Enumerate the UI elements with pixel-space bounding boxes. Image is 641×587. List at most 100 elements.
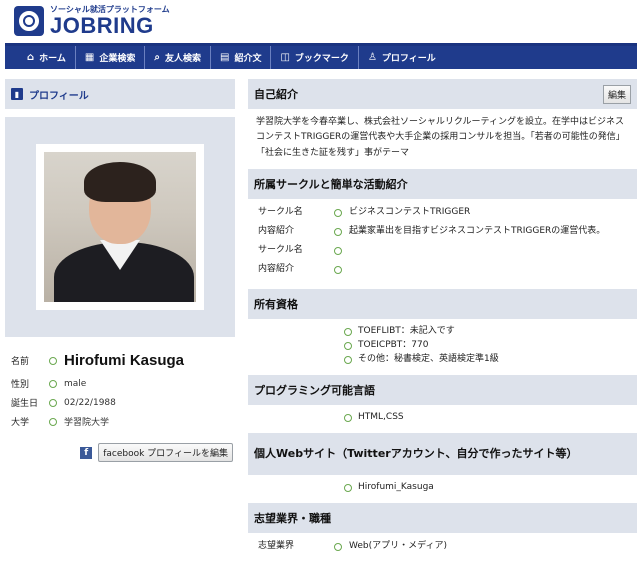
industry-row: 志望業界 Web(アプリ・メディア) xyxy=(256,539,629,558)
circle-row: サークル名 ビジネスコンテストTRIGGER xyxy=(256,205,629,224)
programming-body: HTML,CSS xyxy=(248,405,637,433)
profile-university: 学習院大学 xyxy=(64,418,110,428)
language-item: HTML,CSS xyxy=(256,411,629,425)
edit-button[interactable]: 編集 xyxy=(602,84,631,104)
profile-panel-header: ▮ プロフィール xyxy=(5,79,235,109)
info-label: 大学 xyxy=(11,418,30,428)
circle-row: 内容紹介 xyxy=(256,262,629,281)
profile-gender: male xyxy=(64,378,87,389)
circle-value: 起業家輩出を目指すビジネスコンテストTRIGGERの運営代表。 xyxy=(349,225,606,236)
bullet-icon xyxy=(344,483,352,492)
profile-panel-title: プロフィール xyxy=(29,90,89,102)
circle-label: サークル名 xyxy=(258,244,303,255)
website-body: Hirofumi_Kasuga xyxy=(248,475,637,503)
search-icon: ⌕ xyxy=(154,52,160,63)
profile-birthday: 02/22/1988 xyxy=(64,397,116,408)
nav-friend-search[interactable]: ⌕ 友人検索 xyxy=(144,46,210,69)
language-text: HTML,CSS xyxy=(358,412,404,423)
website-title: 個人Webサイト（Twitterアカウント、自分で作ったサイト等） xyxy=(254,447,578,461)
logo-name: JOBRING xyxy=(50,12,154,38)
website-text: Hirofumi_Kasuga xyxy=(358,482,434,493)
bullet-icon xyxy=(334,542,342,551)
bullet-icon xyxy=(49,398,57,407)
qualification-item: その他：秘書検定、英語検定準1級 xyxy=(256,353,629,367)
qualification-text: その他：秘書検定、英語検定準1級 xyxy=(358,354,499,365)
info-row-gender: 性別 male xyxy=(5,374,235,393)
bullet-icon xyxy=(344,341,352,350)
circle-label: 内容紹介 xyxy=(258,225,295,236)
circle-label: 内容紹介 xyxy=(258,263,295,274)
website-item: Hirofumi_Kasuga xyxy=(256,481,629,495)
profile-info: 名前 Hirofumi Kasuga 性別 male 誕生日 02/22/198… xyxy=(5,347,235,431)
profile-book-icon: ▮ xyxy=(11,88,23,100)
circles-title: 所属サークルと簡単な活動紹介 xyxy=(254,177,408,191)
document-icon: ▤ xyxy=(220,52,230,63)
industry-label: 志望業界 xyxy=(258,540,295,551)
circle-row: サークル名 xyxy=(256,243,629,262)
nav-bookmark[interactable]: ◫ ブックマーク xyxy=(270,46,357,69)
building-icon: ▦ xyxy=(84,52,95,63)
qualification-text: TOEFLIBT：未記入です xyxy=(358,326,455,337)
bullet-icon xyxy=(49,417,57,426)
bullet-icon xyxy=(334,265,342,274)
info-label: 誕生日 xyxy=(11,399,39,409)
profile-photo-image xyxy=(44,152,196,302)
logo-mark-icon xyxy=(14,6,44,36)
info-row-university: 大学 学習院大学 xyxy=(5,412,235,431)
nav-label: プロフィール xyxy=(381,54,436,64)
bookmark-icon: ◫ xyxy=(280,52,290,63)
bullet-icon xyxy=(49,379,57,388)
qualifications-header: 所有資格 xyxy=(248,288,637,319)
website-header: 個人Webサイト（Twitterアカウント、自分で作ったサイト等） xyxy=(248,432,637,475)
nav-introduction[interactable]: ▤ 紹介文 xyxy=(210,46,270,69)
nav-home[interactable]: ⌂ ホーム xyxy=(5,46,75,69)
nav-label: 企業検索 xyxy=(99,54,136,64)
industry-title: 志望業界・職種 xyxy=(254,511,331,525)
nav-profile[interactable]: ♙ プロフィール xyxy=(357,46,445,69)
nav-label: ホーム xyxy=(39,54,66,64)
intro-header: 自己紹介 編集 xyxy=(248,79,637,109)
person-icon: ♙ xyxy=(367,52,377,63)
intro-body: 学習院大学を今春卒業し、株式会社ソーシャルリクルーティングを設立。在学中はビジネ… xyxy=(248,109,637,169)
bullet-icon xyxy=(344,413,352,422)
bullet-icon xyxy=(334,208,342,217)
profile-sidebar: ▮ プロフィール 名前 Hirofumi Kasuga 性別 male 誕生日 … xyxy=(5,79,235,462)
circles-header: 所属サークルと簡単な活動紹介 xyxy=(248,168,637,199)
programming-title: プログラミング可能言語 xyxy=(254,383,375,397)
qualifications-title: 所有資格 xyxy=(254,297,298,311)
bullet-icon xyxy=(344,327,352,336)
facebook-edit-profile-button[interactable]: facebook プロフィールを編集 xyxy=(98,443,233,462)
jobring-logo[interactable]: ソーシャル就活プラットフォーム JOBRING xyxy=(14,4,170,38)
bullet-icon xyxy=(344,355,352,364)
info-label: 性別 xyxy=(11,380,30,390)
nav-label: ブックマーク xyxy=(294,54,349,64)
photo-frame xyxy=(5,117,235,337)
nav-label: 紹介文 xyxy=(234,54,262,64)
circle-label: サークル名 xyxy=(258,206,303,217)
nav-label: 友人検索 xyxy=(164,54,201,64)
intro-text: 学習院大学を今春卒業し、株式会社ソーシャルリクルーティングを設立。在学中はビジネ… xyxy=(256,117,625,158)
bullet-icon xyxy=(334,227,342,236)
circles-body: サークル名 ビジネスコンテストTRIGGER 内容紹介 起業家輩出を目指すビジネ… xyxy=(248,199,637,289)
qualification-text: TOEICPBT：770 xyxy=(358,340,429,351)
info-label: 名前 xyxy=(11,357,30,367)
industry-value: Web(アプリ・メディア) xyxy=(349,540,448,551)
qualifications-body: TOEFLIBT：未記入です TOEICPBT：770 その他：秘書検定、英語検… xyxy=(248,319,637,375)
profile-main: 自己紹介 編集 学習院大学を今春卒業し、株式会社ソーシャルリクルーティングを設立… xyxy=(248,79,637,566)
bullet-icon xyxy=(334,246,342,255)
home-icon: ⌂ xyxy=(27,52,35,63)
intro-title: 自己紹介 xyxy=(254,88,298,101)
qualification-item: TOEFLIBT：未記入です xyxy=(256,325,629,339)
profile-photo xyxy=(36,144,204,310)
info-row-name: 名前 Hirofumi Kasuga xyxy=(5,347,235,374)
circle-row: 内容紹介 起業家輩出を目指すビジネスコンテストTRIGGERの運営代表。 xyxy=(256,224,629,243)
main-nav: ⌂ ホーム ▦ 企業検索 ⌕ 友人検索 ▤ 紹介文 ◫ ブックマーク ♙ プロフィール xyxy=(5,43,637,69)
qualification-item: TOEICPBT：770 xyxy=(256,339,629,353)
bullet-icon xyxy=(49,356,57,365)
nav-company-search[interactable]: ▦ 企業検索 xyxy=(74,46,144,69)
industry-body: 志望業界 Web(アプリ・メディア) xyxy=(248,533,637,566)
programming-header: プログラミング可能言語 xyxy=(248,374,637,405)
profile-name: Hirofumi Kasuga xyxy=(64,352,185,369)
industry-header: 志望業界・職種 xyxy=(248,502,637,533)
circle-value: ビジネスコンテストTRIGGER xyxy=(349,206,471,217)
